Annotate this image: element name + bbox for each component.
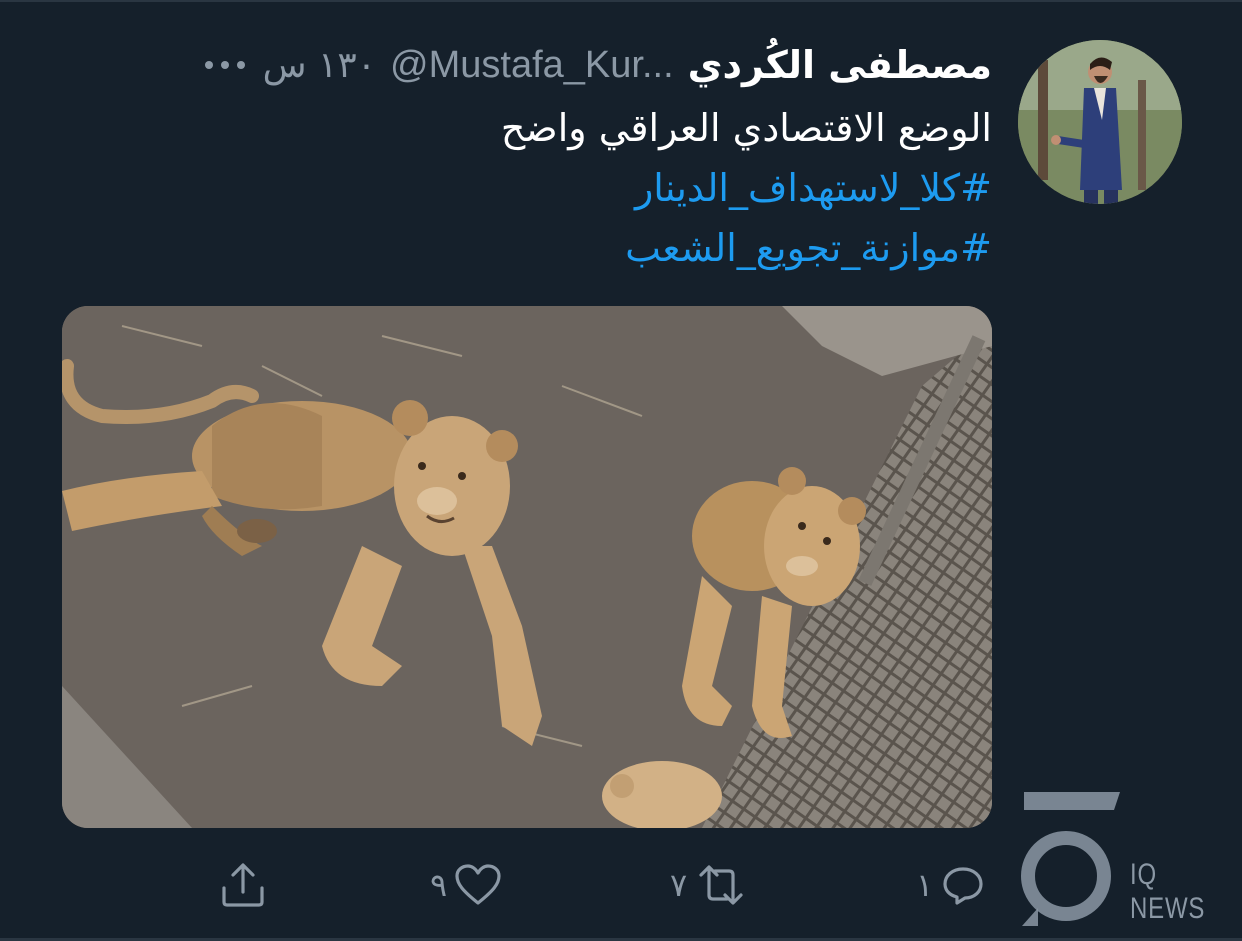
retweet-count: ٧ [670,866,688,904]
more-horizontal-icon[interactable] [204,61,245,69]
tweet-text: الوضع الاقتصادي العراقي واضح #كلا_لاستهد… [92,98,992,278]
tweet-time[interactable]: ١٣٠ س [263,45,376,86]
reply-button[interactable]: ١ [916,850,987,920]
tweet-media-image[interactable] [62,306,992,828]
like-button[interactable]: ٩ [430,850,503,920]
share-button[interactable] [218,850,268,920]
iq-news-logo-icon [1021,792,1120,926]
reply-icon [943,867,983,905]
tweet-header: مصطفى الكُردي @Mustafa_Kur... ١٣٠ س [52,40,992,90]
tweet-body-text: الوضع الاقتصادي العراقي واضح [500,106,992,150]
retweet-icon [699,865,743,905]
display-name[interactable]: مصطفى الكُردي [688,43,992,87]
reply-count: ١ [916,866,934,904]
iq-news-watermark: IQ NEWS [1018,790,1242,930]
top-divider [0,0,1242,2]
watermark-text: IQ NEWS [1130,858,1206,925]
hashtag-link[interactable]: #موازنة_تجويع_الشعب [92,218,992,278]
avatar[interactable] [1018,40,1182,204]
hashtag-link[interactable]: #كلا_لاستهداف_الدينار [92,158,992,218]
heart-icon [455,864,501,905]
share-icon [222,863,264,907]
retweet-button[interactable]: ٧ [670,850,749,920]
like-count: ٩ [430,866,448,904]
user-handle[interactable]: @Mustafa_Kur... [390,44,674,87]
